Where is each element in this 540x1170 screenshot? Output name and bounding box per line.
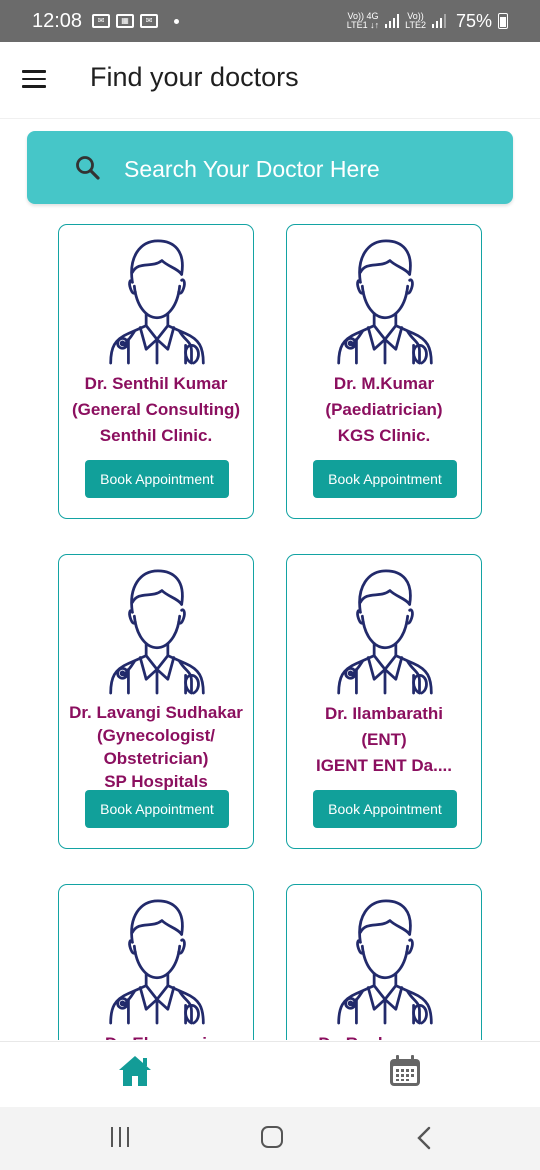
doctor-clinic: IGENT ENT Da.... xyxy=(315,756,453,775)
doctor-card[interactable]: Dr. Ilambarathi (ENT) IGENT ENT Da.... Book… xyxy=(286,554,482,849)
doctor-avatar-icon xyxy=(109,239,205,365)
calendar-icon[interactable] xyxy=(388,1054,422,1088)
book-appointment-button[interactable]: Book Appointment xyxy=(313,790,457,828)
doctor-avatar-icon xyxy=(337,239,433,365)
doctor-card[interactable]: Dr. ElavarasiBook Appointment xyxy=(58,884,254,1040)
book-appointment-button[interactable]: Book Appointment xyxy=(85,460,229,498)
home-button-icon[interactable] xyxy=(261,1126,283,1148)
recent-apps-icon[interactable] xyxy=(109,1127,133,1149)
home-icon[interactable] xyxy=(117,1054,153,1088)
doctor-avatar-icon xyxy=(337,899,433,1025)
doctor-clinic: KGS Clinic. xyxy=(337,426,431,445)
doctor-info: Dr. Senthil Kumar (General Consulting) Sen… xyxy=(59,371,253,449)
search-input[interactable] xyxy=(122,151,506,187)
doctor-name: Dr. Lavangi Sudhakar xyxy=(69,703,243,722)
doctor-card[interactable]: Dr. Lavangi Sudhakar (Gynecologist/Obstet… xyxy=(58,554,254,849)
doctor-info: Dr. M.Kumar (Paediatrician) KGS Clinic. xyxy=(287,371,481,449)
system-navigation-bar xyxy=(0,1107,540,1170)
book-appointment-button[interactable]: Book Appointment xyxy=(313,460,457,498)
doctor-specialty: (ENT) xyxy=(361,730,407,749)
doctor-specialty: (Paediatrician) xyxy=(325,400,443,419)
search-icon xyxy=(76,156,100,180)
doctor-specialty-line-2: Obstetrician) xyxy=(103,749,209,768)
hamburger-menu-icon[interactable] xyxy=(22,70,46,88)
bottom-navigation xyxy=(0,1041,540,1108)
doctor-specialty: (Gynecologist/ xyxy=(96,726,216,745)
doctor-name: Dr. Elavarasi xyxy=(59,1031,253,1040)
doctor-clinic: Senthil Clinic. xyxy=(99,426,213,445)
doctor-name: Dr. Raghuraman xyxy=(287,1031,481,1040)
doctor-card[interactable]: Dr. M.Kumar (Paediatrician) KGS Clinic. Boo… xyxy=(286,224,482,519)
doctor-avatar-icon xyxy=(337,569,433,695)
doctor-info: Dr. Raghuraman xyxy=(287,1031,481,1040)
doctor-info: Dr. Lavangi Sudhakar (Gynecologist/Obstet… xyxy=(59,701,253,793)
book-appointment-button[interactable]: Book Appointment xyxy=(85,790,229,828)
back-icon[interactable] xyxy=(414,1125,434,1151)
doctor-name: Dr. Senthil Kumar xyxy=(84,374,228,393)
doctor-name: Dr. Ilambarathi xyxy=(324,704,444,723)
doctor-specialty: (General Consulting) xyxy=(71,400,241,419)
doctor-avatar-icon xyxy=(109,899,205,1025)
page-title: Find your doctors xyxy=(90,62,299,92)
doctor-info: Dr. Elavarasi xyxy=(59,1031,253,1040)
doctor-card[interactable]: Dr. Senthil Kumar (General Consulting) Sen… xyxy=(58,224,254,519)
doctor-name: Dr. M.Kumar xyxy=(333,374,435,393)
app-bar: Find your doctors xyxy=(0,42,540,119)
doctor-card[interactable]: Dr. RaghuramanBook Appointment xyxy=(286,884,482,1040)
doctor-info: Dr. Ilambarathi (ENT) IGENT ENT Da.... xyxy=(287,701,481,779)
doctor-avatar-icon xyxy=(109,569,205,695)
search-bar[interactable] xyxy=(27,131,513,204)
